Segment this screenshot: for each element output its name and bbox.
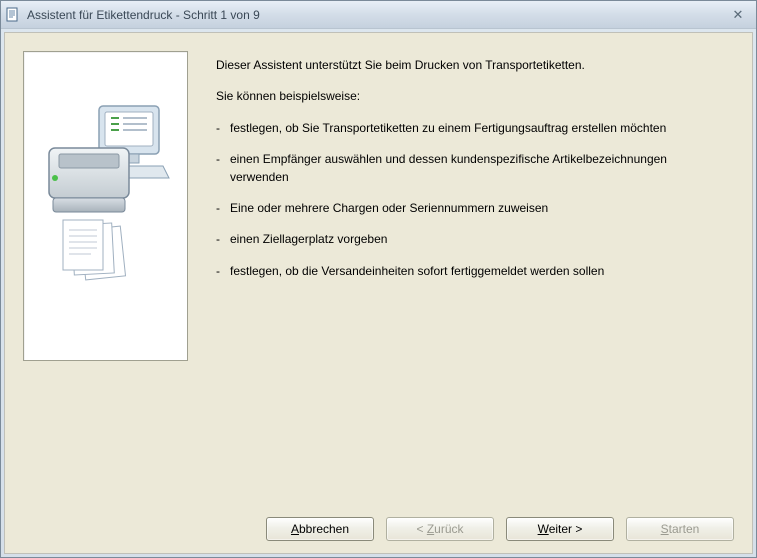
list-item: - einen Ziellagerplatz vorgeben <box>216 231 734 248</box>
bullet-dash: - <box>216 120 230 137</box>
bullet-dash: - <box>216 231 230 248</box>
bullet-text: festlegen, ob Sie Transportetiketten zu … <box>230 120 734 137</box>
bullet-text: einen Empfänger auswählen und dessen kun… <box>230 151 734 186</box>
bullet-text: Eine oder mehrere Chargen oder Seriennum… <box>230 200 734 217</box>
list-item: - Eine oder mehrere Chargen oder Serienn… <box>216 200 734 217</box>
window-title: Assistent für Etikettendruck - Schritt 1… <box>27 8 724 22</box>
main-content: Dieser Assistent unterstützt Sie beim Dr… <box>5 33 752 505</box>
cancel-button[interactable]: Abbrechen <box>266 517 374 541</box>
close-button[interactable]: ✕ <box>724 6 752 24</box>
next-button[interactable]: Weiter > <box>506 517 614 541</box>
button-bar: Abbrechen < Zurück Weiter > Starten <box>5 505 752 553</box>
bullet-dash: - <box>216 200 230 217</box>
subintro-text: Sie können beispielsweise: <box>216 88 734 105</box>
bullet-text: einen Ziellagerplatz vorgeben <box>230 231 734 248</box>
content-area: Dieser Assistent unterstützt Sie beim Dr… <box>4 32 753 554</box>
start-button: Starten <box>626 517 734 541</box>
list-item: - festlegen, ob Sie Transportetiketten z… <box>216 120 734 137</box>
titlebar[interactable]: Assistent für Etikettendruck - Schritt 1… <box>1 1 756 29</box>
wizard-text-panel: Dieser Assistent unterstützt Sie beim Dr… <box>216 51 734 487</box>
feature-list: - festlegen, ob Sie Transportetiketten z… <box>216 120 734 280</box>
app-icon <box>5 7 21 23</box>
wizard-illustration-panel <box>23 51 188 361</box>
back-button: < Zurück <box>386 517 494 541</box>
list-item: - festlegen, ob die Versandeinheiten sof… <box>216 263 734 280</box>
printer-illustration <box>41 100 171 300</box>
list-item: - einen Empfänger auswählen und dessen k… <box>216 151 734 186</box>
bullet-dash: - <box>216 151 230 168</box>
bullet-dash: - <box>216 263 230 280</box>
intro-text: Dieser Assistent unterstützt Sie beim Dr… <box>216 57 734 74</box>
wizard-window: Assistent für Etikettendruck - Schritt 1… <box>0 0 757 558</box>
bullet-text: festlegen, ob die Versandeinheiten sofor… <box>230 263 734 280</box>
